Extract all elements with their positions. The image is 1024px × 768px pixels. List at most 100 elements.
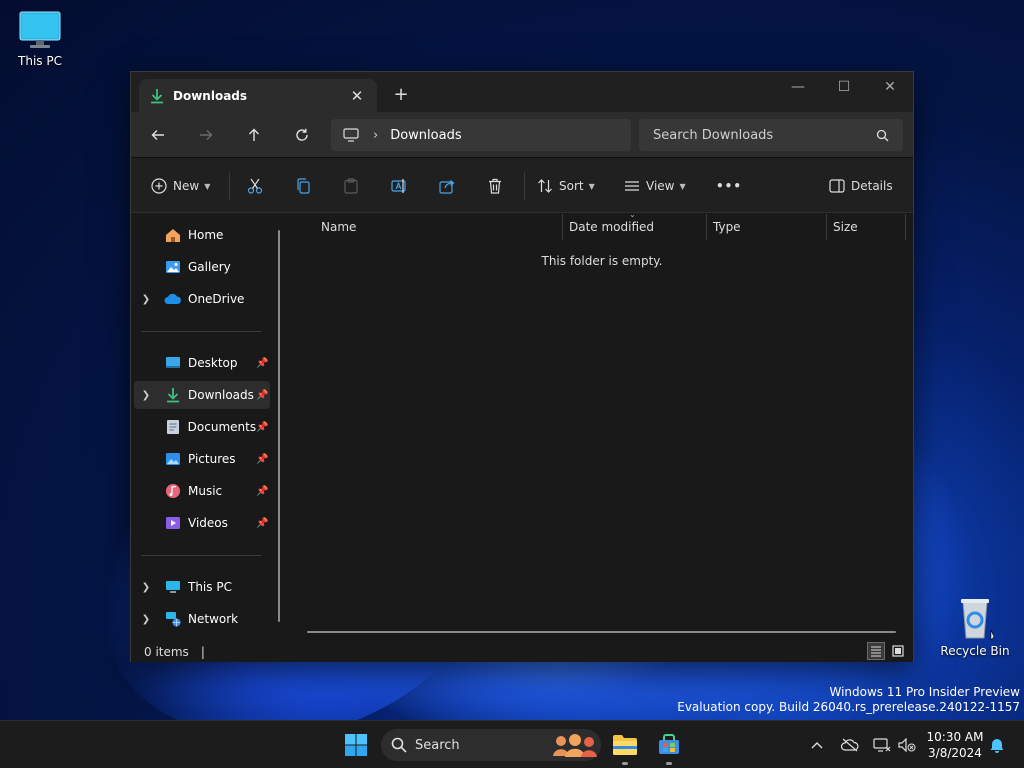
sidebar-item-label: Network [188, 612, 239, 626]
sidebar-item-gallery[interactable]: Gallery [134, 253, 270, 281]
sidebar-item-label: Downloads [188, 388, 254, 402]
sort-icon [538, 179, 552, 193]
delete-button[interactable] [487, 175, 503, 197]
back-button[interactable] [146, 124, 170, 146]
column-divider[interactable] [905, 214, 906, 240]
sidebar-item-network[interactable]: ❯ Network [134, 605, 270, 633]
pin-icon[interactable]: 📌 [256, 518, 270, 529]
search-box[interactable]: Search Downloads [639, 119, 903, 151]
close-tab-button[interactable]: ✕ [347, 87, 367, 105]
minimize-button[interactable]: — [775, 72, 821, 102]
network-tray-button[interactable] [870, 721, 894, 768]
share-button[interactable] [439, 175, 455, 197]
chevron-right-icon[interactable]: ❯ [134, 390, 158, 401]
search-icon [391, 737, 407, 753]
notifications-button[interactable] [986, 721, 1008, 768]
window-controls: — ☐ ✕ [775, 72, 913, 102]
pin-icon[interactable]: 📌 [256, 454, 270, 465]
more-options-button[interactable]: ••• [716, 175, 742, 197]
sidebar-scrollbar[interactable] [278, 230, 280, 622]
desktop-folder-icon [164, 355, 182, 371]
onedrive-tray-button[interactable] [838, 721, 862, 768]
details-pane-button[interactable]: Details [829, 175, 893, 197]
cut-icon [247, 178, 263, 194]
taskbar-file-explorer[interactable] [608, 721, 642, 768]
network-icon [164, 611, 182, 627]
chevron-right-icon[interactable]: ❯ [134, 614, 158, 625]
onedrive-icon [164, 291, 182, 307]
chevron-right-icon[interactable]: ❯ [134, 294, 158, 305]
sidebar-item-onedrive[interactable]: ❯ OneDrive [134, 285, 270, 313]
sidebar-item-documents[interactable]: Documents 📌 [134, 413, 270, 441]
taskbar-app-pinned[interactable] [652, 721, 686, 768]
arrow-left-icon [151, 130, 164, 140]
sidebar-item-this-pc[interactable]: ❯ This PC [134, 573, 270, 601]
sidebar-item-home[interactable]: Home [134, 221, 270, 249]
desktop-icon-recycle-bin[interactable]: Recycle Bin [935, 596, 1015, 658]
layout-switcher [867, 642, 907, 660]
refresh-icon [296, 128, 308, 141]
pin-icon[interactable]: 📌 [256, 358, 270, 369]
sidebar-item-pictures[interactable]: Pictures 📌 [134, 445, 270, 473]
start-button[interactable] [340, 721, 372, 768]
show-hidden-icons-button[interactable] [806, 721, 828, 768]
details-pane-icon [829, 179, 845, 193]
breadcrumb-downloads[interactable]: Downloads [390, 128, 461, 143]
paste-button[interactable] [343, 175, 359, 197]
pin-icon[interactable]: 📌 [256, 486, 270, 497]
column-divider[interactable] [562, 214, 563, 240]
column-divider[interactable] [706, 214, 707, 240]
address-bar[interactable]: › Downloads [331, 119, 631, 151]
sidebar-item-videos[interactable]: Videos 📌 [134, 509, 270, 537]
column-header-name[interactable]: Name [321, 214, 356, 240]
monitor-icon [19, 11, 61, 48]
refresh-button[interactable] [290, 124, 314, 146]
status-bar: 0 items | [131, 642, 913, 662]
watermark-line-2: Evaluation copy. Build 26040.rs_prerelea… [677, 700, 1020, 714]
chevron-up-icon [811, 742, 823, 749]
pin-icon[interactable]: 📌 [256, 390, 270, 401]
sidebar-item-downloads[interactable]: ❯ Downloads 📌 [134, 381, 270, 409]
column-header-size[interactable]: Size [833, 214, 858, 240]
desktop-icon-label: This PC [18, 54, 62, 68]
rename-button[interactable] [391, 175, 407, 197]
column-divider[interactable] [826, 214, 827, 240]
sidebar-item-music[interactable]: Music 📌 [134, 477, 270, 505]
forward-button[interactable] [194, 124, 218, 146]
horizontal-scrollbar[interactable] [307, 631, 896, 633]
download-icon [151, 88, 163, 103]
maximize-button[interactable]: ☐ [821, 72, 867, 102]
close-window-button[interactable]: ✕ [867, 72, 913, 102]
desktop-icon-this-pc[interactable]: This PC [0, 10, 80, 68]
sort-button[interactable]: Sort ▼ [537, 175, 595, 197]
copy-button[interactable] [295, 175, 311, 197]
arrow-up-icon [249, 128, 259, 141]
file-explorer-icon [613, 735, 637, 755]
taskbar-search-box[interactable]: Search [381, 729, 601, 761]
column-header-type[interactable]: Type [713, 214, 741, 240]
cut-button[interactable] [247, 175, 263, 197]
tab-downloads[interactable]: Downloads ✕ [139, 79, 377, 112]
details-view-button[interactable] [867, 642, 885, 660]
file-list-pane: ⌄ Name Date modified Type Size This fold… [289, 210, 913, 642]
sidebar-item-desktop[interactable]: Desktop 📌 [134, 349, 270, 377]
breadcrumb-separator[interactable]: › [373, 128, 378, 143]
search-input[interactable]: Search Downloads [653, 128, 876, 143]
app-store-icon [659, 734, 679, 754]
downloads-folder-icon [164, 387, 182, 403]
new-tab-button[interactable]: + [391, 84, 411, 105]
volume-tray-button[interactable] [896, 721, 918, 768]
navigation-pane: Home Gallery ❯ OneDrive Desktop 📌 ❯ Down… [131, 214, 287, 642]
tiles-view-button[interactable] [889, 642, 907, 660]
view-button[interactable]: View ▼ [624, 175, 686, 197]
file-explorer-window: Downloads ✕ + — ☐ ✕ › Downloads Search D… [130, 71, 914, 662]
sidebar-divider [141, 555, 261, 556]
taskbar-clock[interactable]: 10:30 AM 3/8/2024 [925, 729, 985, 761]
up-button[interactable] [242, 124, 266, 146]
documents-folder-icon [164, 419, 182, 435]
toolbar-divider [229, 172, 230, 200]
column-header-date-modified[interactable]: Date modified [569, 214, 654, 240]
pin-icon[interactable]: 📌 [256, 422, 270, 433]
chevron-right-icon[interactable]: ❯ [134, 582, 158, 593]
new-button[interactable]: New ▼ [151, 175, 210, 197]
